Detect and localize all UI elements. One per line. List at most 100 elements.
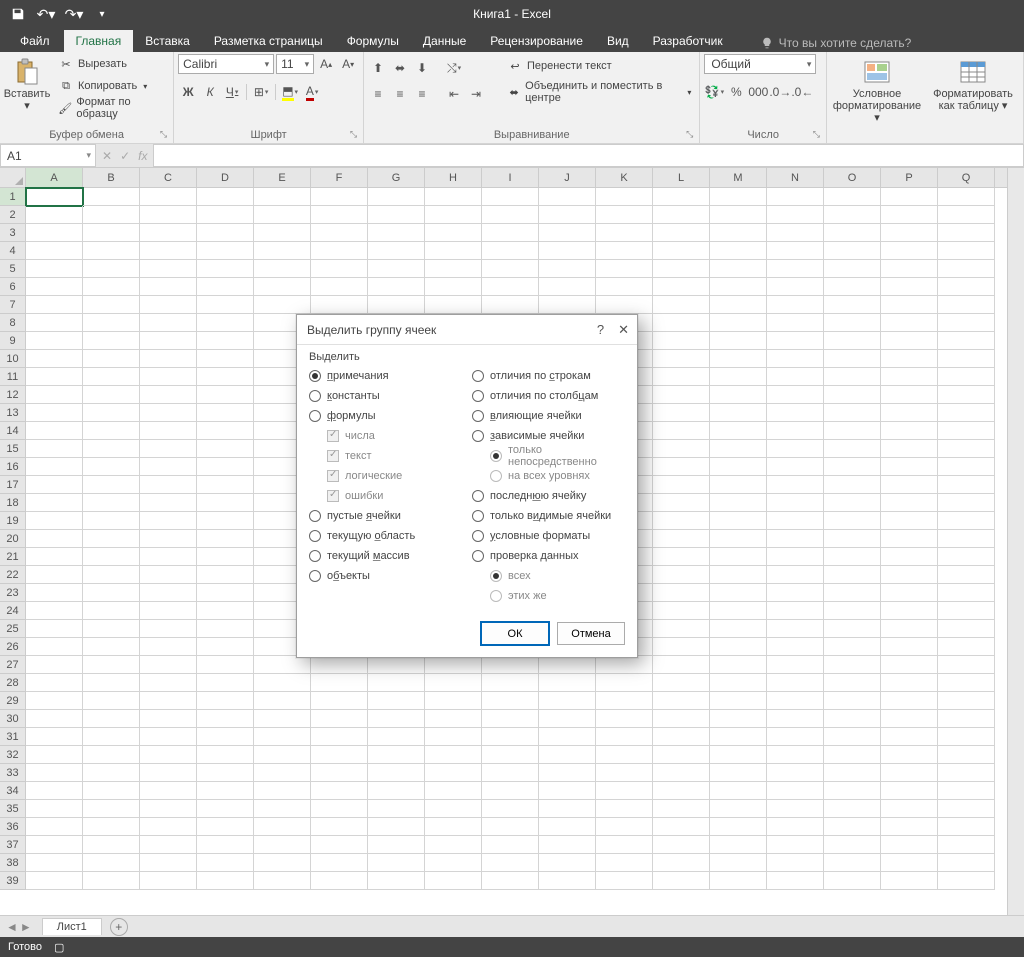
cell[interactable] [539, 206, 596, 224]
cell[interactable] [767, 746, 824, 764]
radio-option[interactable]: объекты [309, 567, 462, 584]
cell[interactable] [140, 728, 197, 746]
dialog-titlebar[interactable]: Выделить группу ячеек ? ✕ [297, 315, 637, 345]
cell[interactable] [710, 692, 767, 710]
tab-view[interactable]: Вид [595, 30, 641, 52]
cell[interactable] [26, 314, 83, 332]
cell[interactable] [596, 872, 653, 890]
cell[interactable] [311, 206, 368, 224]
cell[interactable] [140, 242, 197, 260]
cell[interactable] [710, 836, 767, 854]
cell[interactable] [425, 206, 482, 224]
cell[interactable] [26, 440, 83, 458]
cell[interactable] [881, 566, 938, 584]
cell[interactable] [83, 512, 140, 530]
cell[interactable] [482, 836, 539, 854]
cell[interactable] [197, 512, 254, 530]
cell[interactable] [767, 782, 824, 800]
cell[interactable] [596, 206, 653, 224]
cell[interactable] [197, 494, 254, 512]
cell[interactable] [938, 260, 995, 278]
cell[interactable] [425, 746, 482, 764]
cell[interactable] [140, 440, 197, 458]
cell[interactable] [653, 584, 710, 602]
cell[interactable] [254, 782, 311, 800]
cell[interactable] [653, 368, 710, 386]
cell[interactable] [710, 530, 767, 548]
cell[interactable] [710, 548, 767, 566]
cell[interactable] [368, 800, 425, 818]
cell[interactable] [767, 764, 824, 782]
cell[interactable] [767, 188, 824, 206]
cell[interactable] [26, 854, 83, 872]
cell[interactable] [482, 800, 539, 818]
cell[interactable] [710, 314, 767, 332]
cell[interactable] [881, 584, 938, 602]
cell[interactable] [425, 260, 482, 278]
ok-button[interactable]: ОК [481, 622, 549, 645]
cell[interactable] [425, 872, 482, 890]
cell[interactable] [653, 206, 710, 224]
cell[interactable] [653, 404, 710, 422]
cell[interactable] [26, 224, 83, 242]
orientation-button[interactable]: ⤭ [444, 58, 464, 78]
cell[interactable] [254, 710, 311, 728]
cell[interactable] [482, 710, 539, 728]
cell[interactable] [368, 656, 425, 674]
cell[interactable] [311, 746, 368, 764]
cell[interactable] [710, 764, 767, 782]
column-header[interactable]: J [539, 168, 596, 187]
cell[interactable] [710, 206, 767, 224]
cell[interactable] [482, 188, 539, 206]
cell[interactable] [881, 620, 938, 638]
cell[interactable] [197, 800, 254, 818]
cell[interactable] [767, 620, 824, 638]
cell[interactable] [767, 872, 824, 890]
cell[interactable] [425, 836, 482, 854]
enter-formula-icon[interactable]: ✓ [120, 149, 130, 163]
cell[interactable] [881, 260, 938, 278]
row-header[interactable]: 25 [0, 620, 26, 638]
cell[interactable] [26, 530, 83, 548]
cell[interactable] [653, 296, 710, 314]
column-header[interactable]: K [596, 168, 653, 187]
cell[interactable] [881, 800, 938, 818]
cell[interactable] [140, 458, 197, 476]
column-header[interactable]: I [482, 168, 539, 187]
cell[interactable] [653, 692, 710, 710]
radio-option[interactable]: условные форматы [472, 527, 625, 544]
cell[interactable] [83, 422, 140, 440]
row-header[interactable]: 21 [0, 548, 26, 566]
grow-font-button[interactable]: A▴ [316, 54, 336, 74]
row-header[interactable]: 8 [0, 314, 26, 332]
cell[interactable] [425, 854, 482, 872]
column-header[interactable]: B [83, 168, 140, 187]
cell[interactable] [596, 854, 653, 872]
cell[interactable] [197, 782, 254, 800]
cell[interactable] [710, 854, 767, 872]
cell[interactable] [710, 350, 767, 368]
cell[interactable] [824, 332, 881, 350]
cell[interactable] [824, 206, 881, 224]
cell[interactable] [197, 566, 254, 584]
conditional-formatting-button[interactable]: Условное форматирование ▾ [831, 54, 923, 128]
row-header[interactable]: 15 [0, 440, 26, 458]
tell-me-search[interactable]: Что вы хотите сделать? [755, 34, 918, 52]
cell[interactable] [824, 494, 881, 512]
cell[interactable] [767, 710, 824, 728]
cell[interactable] [596, 818, 653, 836]
cell[interactable] [938, 404, 995, 422]
cell[interactable] [824, 260, 881, 278]
cell[interactable] [938, 224, 995, 242]
cell[interactable] [26, 836, 83, 854]
cell[interactable] [197, 440, 254, 458]
cell[interactable] [539, 278, 596, 296]
cell[interactable] [254, 188, 311, 206]
format-as-table-button[interactable]: Форматировать как таблицу ▾ [927, 54, 1019, 116]
cell[interactable] [881, 818, 938, 836]
cell[interactable] [197, 476, 254, 494]
cell[interactable] [824, 710, 881, 728]
cell[interactable] [425, 674, 482, 692]
cell[interactable] [767, 368, 824, 386]
cell[interactable] [140, 260, 197, 278]
